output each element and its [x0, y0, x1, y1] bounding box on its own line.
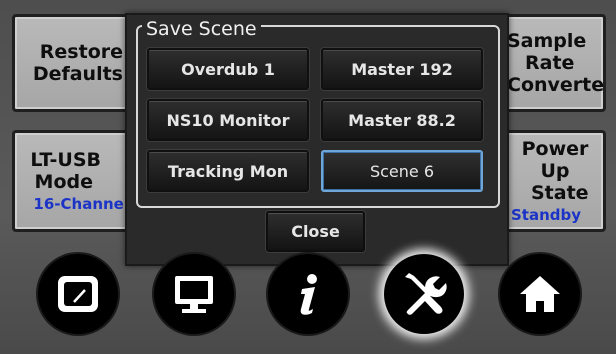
- lt-usb-value: 16-Channel: [33, 195, 129, 213]
- lt-usb-mode-tile[interactable]: LT-USB Mode 16-Channel: [12, 130, 132, 232]
- power-up-line1: Power Up: [521, 138, 589, 182]
- restore-defaults-label-line1: Restore: [39, 41, 123, 63]
- lt-usb-line1: LT-USB: [30, 149, 101, 171]
- scene-button-label: Scene 6: [369, 161, 435, 181]
- scene-button-label: Overdub 1: [181, 59, 275, 79]
- scene-button-label: Master 88.2: [348, 110, 456, 130]
- tools-icon: [405, 273, 447, 315]
- restore-defaults-tile[interactable]: Restore Defaults: [12, 14, 132, 112]
- save-scene-dialog: Save Scene Overdub 1 Master 192 NS10 Mon…: [125, 13, 509, 266]
- power-up-state-tile[interactable]: Power Up State Standby: [496, 130, 606, 232]
- scene-button-label: Tracking Mon: [167, 161, 289, 181]
- scene-button-5[interactable]: Tracking Mon: [147, 150, 309, 192]
- tools-button[interactable]: [384, 254, 464, 334]
- scene-button-2[interactable]: Master 192: [321, 48, 483, 90]
- close-button-label: Close: [291, 222, 340, 241]
- info-button[interactable]: [268, 254, 348, 334]
- home-button[interactable]: [500, 254, 580, 334]
- scene-button-3[interactable]: NS10 Monitor: [147, 99, 309, 141]
- dialog-title: Save Scene: [142, 18, 261, 40]
- restore-defaults-label-line2: Defaults: [32, 63, 123, 85]
- meter-icon: [58, 276, 98, 312]
- info-icon: [300, 274, 317, 315]
- scene-button-label: NS10 Monitor: [166, 110, 290, 130]
- settings-screen: Restore Defaults Sample Rate Converter L…: [0, 0, 616, 354]
- scene-button-1[interactable]: Overdub 1: [147, 48, 309, 90]
- lt-usb-line2: Mode: [34, 171, 93, 193]
- close-button[interactable]: Close: [266, 211, 365, 252]
- power-up-line2: State: [531, 182, 589, 204]
- scene-button-4[interactable]: Master 88.2: [321, 99, 483, 141]
- src-line1: Sample: [507, 30, 587, 52]
- scene-button-6[interactable]: Scene 6: [321, 150, 483, 192]
- meter-button[interactable]: [38, 254, 118, 334]
- scene-button-label: Master 192: [351, 59, 453, 79]
- src-line3: Converter: [507, 74, 606, 96]
- src-line2: Rate: [525, 52, 575, 74]
- monitor-button[interactable]: [154, 254, 234, 334]
- home-icon: [520, 276, 560, 312]
- monitor-icon: [175, 276, 213, 313]
- sample-rate-converter-tile[interactable]: Sample Rate Converter: [496, 14, 606, 112]
- power-up-value: Standby: [511, 206, 582, 224]
